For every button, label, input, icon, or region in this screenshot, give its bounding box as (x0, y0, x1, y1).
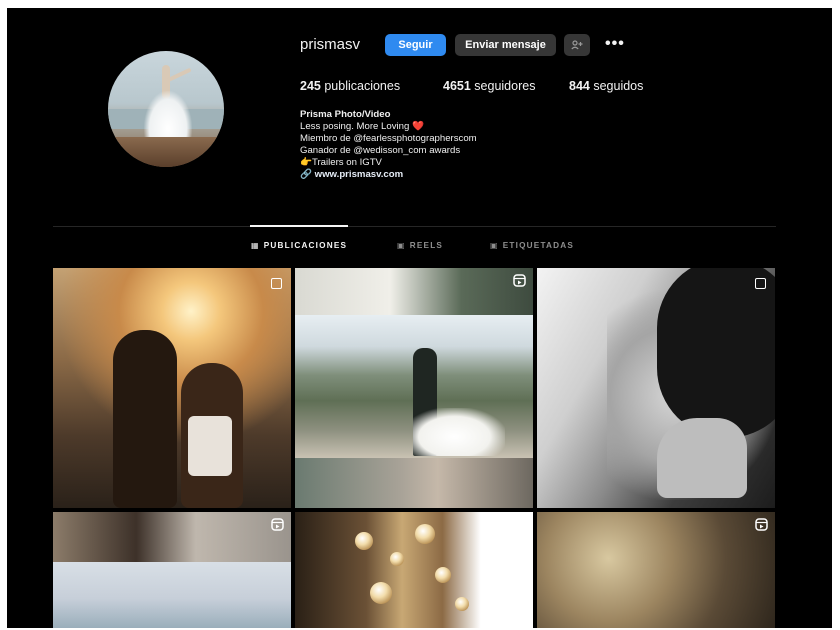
tab-etiquetadas[interactable]: ▣ ETIQUETADAS (490, 241, 574, 250)
bio-link-row: 🔗 www.prismasv.com (300, 169, 477, 181)
avatar-pier (108, 137, 224, 167)
followers-count: 4651 (443, 79, 471, 93)
post-photo-detail (657, 418, 747, 498)
post-photo-person (113, 330, 177, 508)
bio-line: 👉Trailers on IGTV (300, 157, 382, 169)
reel-icon (755, 518, 768, 534)
following-count: 844 (569, 79, 590, 93)
bio-line: Miembro de @fearlessphotographerscom (300, 133, 477, 145)
reel-icon (271, 518, 284, 534)
carousel-icon (755, 278, 766, 289)
post-photo-detail (657, 268, 775, 438)
tab-label: ETIQUETADAS (502, 241, 575, 250)
reels-icon: ▣ (397, 241, 406, 250)
followers-label: seguidores (474, 79, 536, 93)
posts-stat: 245 publicaciones (300, 79, 400, 93)
profile-bio: Prisma Photo/Video Less posing. More Lov… (300, 109, 477, 182)
post-tile[interactable] (537, 268, 775, 508)
chandelier-orb (415, 524, 435, 544)
chandelier-orb (355, 532, 373, 550)
followers-stat[interactable]: 4651 seguidores (443, 79, 535, 93)
link-icon: 🔗 (300, 169, 312, 181)
suggested-accounts-button[interactable] (564, 34, 590, 56)
post-tile[interactable] (53, 512, 291, 628)
grid-icon: ▦ (251, 241, 260, 250)
add-person-icon (571, 40, 583, 50)
post-photo-detail (188, 416, 232, 476)
profile-username: prismasv (300, 36, 361, 53)
post-tile[interactable] (295, 268, 533, 508)
post-photo-detail (295, 458, 533, 508)
following-label: seguidos (593, 79, 644, 93)
bio-line: Less posing. More Loving ❤️ (300, 121, 424, 133)
bio-name: Prisma Photo/Video (300, 109, 391, 120)
post-tile[interactable] (53, 268, 291, 508)
following-stat[interactable]: 844 seguidos (569, 79, 643, 93)
post-photo-detail (53, 512, 291, 562)
tagged-icon: ▣ (490, 241, 499, 250)
active-tab-indicator (250, 225, 348, 227)
chandelier-orb (435, 567, 451, 583)
posts-label: publicaciones (324, 79, 401, 93)
bio-website-link[interactable]: www.prismasv.com (315, 169, 404, 180)
send-message-button[interactable]: Enviar mensaje (455, 34, 556, 56)
reel-icon (513, 274, 526, 290)
posts-count: 245 (300, 79, 321, 93)
chandelier-orb (390, 552, 404, 566)
tabs-divider (53, 226, 776, 227)
tab-label: PUBLICACIONES (263, 241, 348, 250)
chandelier-orb (370, 582, 392, 604)
follow-button[interactable]: Seguir (385, 34, 446, 56)
post-photo-detail (53, 562, 291, 628)
profile-avatar[interactable] (108, 51, 224, 167)
bio-line: Ganador de @wedisson_com awards (300, 145, 461, 157)
post-photo-person (413, 408, 505, 456)
instagram-profile-page: prismasv Seguir Enviar mensaje ••• 245 p… (7, 8, 832, 628)
post-tile[interactable] (537, 512, 775, 628)
avatar-arm (166, 67, 192, 83)
tab-publicaciones[interactable]: ▦ PUBLICACIONES (251, 241, 347, 250)
post-photo-detail (295, 268, 533, 315)
tab-label: REELS (409, 241, 444, 250)
carousel-icon (271, 278, 282, 289)
chandelier-orb (455, 597, 469, 611)
post-tile[interactable] (295, 512, 533, 628)
tab-reels[interactable]: ▣ REELS (397, 241, 443, 250)
more-options-icon[interactable]: ••• (605, 35, 625, 53)
